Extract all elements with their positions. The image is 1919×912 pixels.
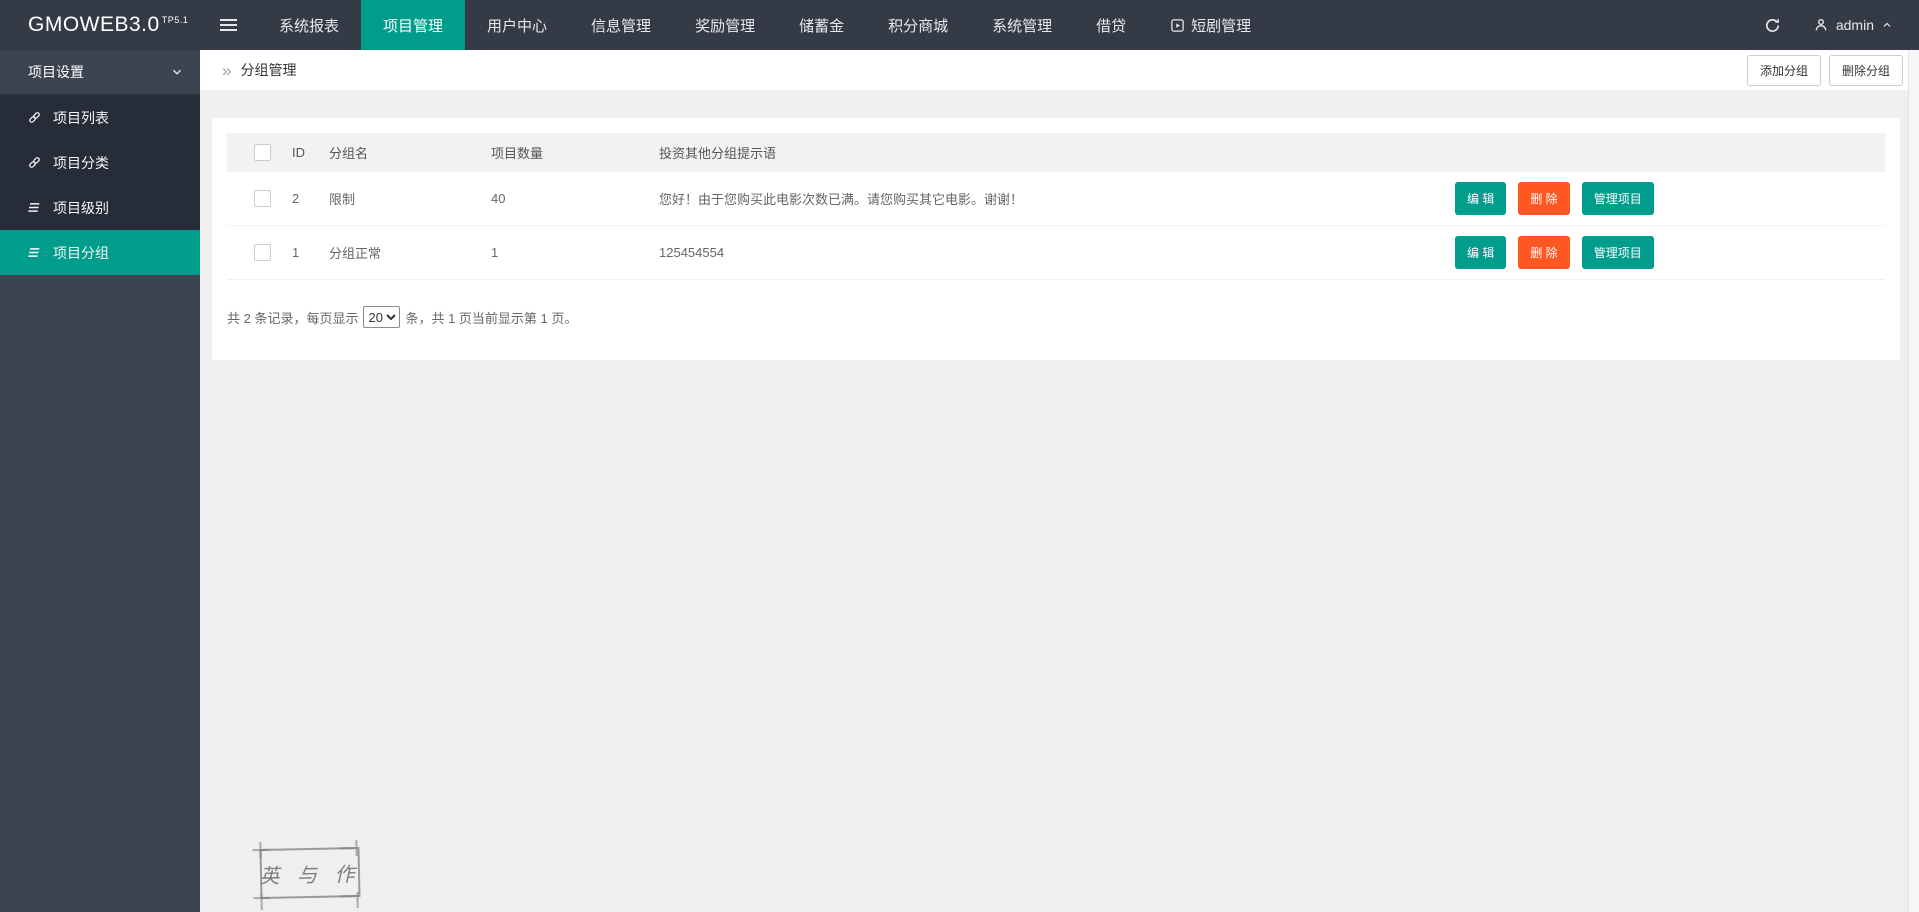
nav-item-reports[interactable]: 系统报表 — [257, 0, 361, 50]
nav-item-label: 信息管理 — [591, 15, 651, 36]
table-header-row: ID 分组名 项目数量 投资其他分组提示语 — [227, 133, 1885, 172]
add-group-button[interactable]: 添加分组 — [1747, 55, 1821, 86]
nav-item-info[interactable]: 信息管理 — [569, 0, 673, 50]
nav-item-rewards[interactable]: 奖励管理 — [673, 0, 777, 50]
nav-item-label: 积分商城 — [888, 15, 948, 36]
sidebar-item-label: 项目分类 — [53, 153, 109, 173]
nav-item-label: 系统管理 — [992, 15, 1052, 36]
watermark-stamp: 英 与 作 — [259, 847, 360, 899]
cell-count: 1 — [491, 245, 659, 260]
top-navbar: GMOWEB3.0TP5.1 系统报表 项目管理 用户中心 信息管理 奖励管理 … — [0, 0, 1919, 50]
nav-item-short-drama[interactable]: 短剧管理 — [1148, 0, 1273, 50]
pagination: 共 2 条记录，每页显示 20 条，共 1 页当前显示第 1 页。 — [227, 306, 1885, 328]
nav-item-label: 奖励管理 — [695, 15, 755, 36]
sidebar-item-project-level[interactable]: 项目级别 — [0, 185, 200, 230]
table-row: 1 分组正常 1 125454554 编 辑 删 除 管理项目 — [227, 226, 1885, 280]
nav-item-projects[interactable]: 项目管理 — [361, 0, 465, 50]
sidebar-menu-group: 项目列表 项目分类 项目级别 项目分组 — [0, 95, 200, 275]
user-menu[interactable]: admin — [1801, 0, 1919, 50]
sidebar-item-label: 项目分组 — [53, 243, 109, 263]
breadcrumb-bar: » 分组管理 添加分组 删除分组 — [200, 50, 1919, 90]
cell-name: 分组正常 — [329, 243, 491, 262]
logo-text: GMOWEB3.0 — [28, 13, 160, 36]
pagination-suffix: 条，共 1 页当前显示第 1 页。 — [405, 308, 577, 327]
list-icon — [27, 245, 42, 260]
username: admin — [1836, 17, 1874, 33]
play-square-icon — [1170, 18, 1185, 33]
cell-prompt: 125454554 — [659, 245, 1455, 260]
page-content: ID 分组名 项目数量 投资其他分组提示语 2 限制 40 您好！由于您购买此电… — [200, 90, 1919, 912]
nav-item-label: 用户中心 — [487, 15, 547, 36]
chevron-up-icon — [1881, 19, 1893, 31]
nav-item-label: 系统报表 — [279, 15, 339, 36]
breadcrumb-chevrons-icon: » — [222, 62, 231, 79]
page-scrollbar[interactable] — [1908, 50, 1919, 912]
logo: GMOWEB3.0TP5.1 — [0, 0, 200, 50]
nav-item-label: 储蓄金 — [799, 15, 844, 36]
column-header-id: ID — [292, 145, 329, 160]
nav-item-points-mall[interactable]: 积分商城 — [866, 0, 970, 50]
nav-item-system[interactable]: 系统管理 — [970, 0, 1074, 50]
cell-name: 限制 — [329, 189, 491, 208]
edit-button[interactable]: 编 辑 — [1455, 236, 1506, 269]
sidebar-item-label: 项目级别 — [53, 198, 109, 218]
link-icon — [27, 155, 42, 170]
nav-item-users[interactable]: 用户中心 — [465, 0, 569, 50]
per-page-select[interactable]: 20 — [363, 306, 400, 328]
column-header-count: 项目数量 — [491, 143, 659, 162]
nav-item-loans[interactable]: 借贷 — [1074, 0, 1148, 50]
watermark-text: 英 与 作 — [259, 857, 361, 888]
row-checkbox[interactable] — [254, 244, 271, 261]
row-checkbox[interactable] — [254, 190, 271, 207]
delete-button[interactable]: 删 除 — [1518, 236, 1569, 269]
sidebar-item-project-category[interactable]: 项目分类 — [0, 140, 200, 185]
page-title: 分组管理 — [240, 60, 296, 80]
table-row: 2 限制 40 您好！由于您购买此电影次数已满。请您购买其它电影。谢谢！ 编 辑… — [227, 172, 1885, 226]
manage-projects-button[interactable]: 管理项目 — [1582, 182, 1654, 215]
link-icon — [27, 110, 42, 125]
nav-item-label: 借贷 — [1096, 15, 1126, 36]
cell-id: 1 — [292, 245, 329, 260]
logo-version: TP5.1 — [162, 15, 189, 25]
column-header-name: 分组名 — [329, 143, 491, 162]
sidebar-group-project-settings[interactable]: 项目设置 — [0, 50, 200, 95]
sidebar-item-project-list[interactable]: 项目列表 — [0, 95, 200, 140]
sidebar-group-title: 项目设置 — [28, 62, 170, 82]
list-icon — [27, 200, 42, 215]
nav-item-label: 短剧管理 — [1191, 15, 1251, 36]
cell-prompt: 您好！由于您购买此电影次数已满。请您购买其它电影。谢谢！ — [659, 189, 1455, 208]
pagination-prefix: 共 2 条记录，每页显示 — [227, 308, 358, 327]
chevron-down-icon — [170, 65, 184, 79]
manage-projects-button[interactable]: 管理项目 — [1582, 236, 1654, 269]
sidebar-item-project-group[interactable]: 项目分组 — [0, 230, 200, 275]
refresh-button[interactable] — [1744, 0, 1801, 50]
nav-item-label: 项目管理 — [383, 15, 443, 36]
sidebar-toggle-button[interactable] — [200, 0, 257, 50]
refresh-icon — [1764, 17, 1781, 34]
group-table-card: ID 分组名 项目数量 投资其他分组提示语 2 限制 40 您好！由于您购买此电… — [212, 118, 1900, 360]
sidebar-item-label: 项目列表 — [53, 108, 109, 128]
sidebar: 项目设置 项目列表 项目分类 项目级别 项目分组 — [0, 50, 200, 912]
select-all-checkbox[interactable] — [254, 144, 271, 161]
delete-button[interactable]: 删 除 — [1518, 182, 1569, 215]
nav-item-savings[interactable]: 储蓄金 — [777, 0, 866, 50]
edit-button[interactable]: 编 辑 — [1455, 182, 1506, 215]
column-header-prompt: 投资其他分组提示语 — [659, 143, 1455, 162]
user-icon — [1813, 17, 1829, 33]
cell-count: 40 — [491, 191, 659, 206]
cell-id: 2 — [292, 191, 329, 206]
hamburger-icon — [220, 16, 237, 34]
delete-group-button[interactable]: 删除分组 — [1829, 55, 1903, 86]
